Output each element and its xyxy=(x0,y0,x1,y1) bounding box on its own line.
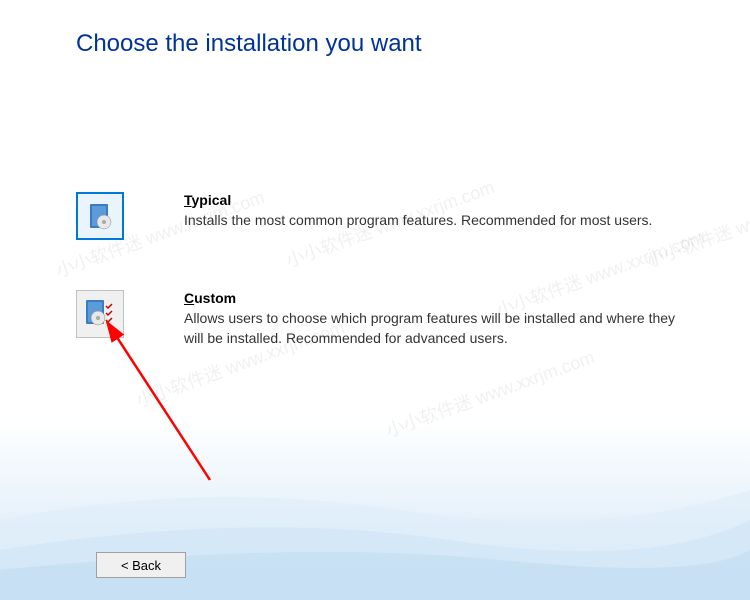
installation-options: Typical Installs the most common program… xyxy=(76,192,696,398)
back-button[interactable]: < Back xyxy=(96,552,186,578)
custom-install-icon xyxy=(76,290,124,338)
typical-text: Typical Installs the most common program… xyxy=(184,192,696,231)
page-title: Choose the installation you want xyxy=(76,30,422,58)
option-custom[interactable]: Custom Allows users to choose which prog… xyxy=(76,290,696,348)
typical-install-icon xyxy=(76,192,124,240)
typical-title: Typical xyxy=(184,192,696,208)
custom-title: Custom xyxy=(184,290,696,306)
custom-description: Allows users to choose which program fea… xyxy=(184,309,696,348)
background-wave xyxy=(0,460,750,600)
option-typical[interactable]: Typical Installs the most common program… xyxy=(76,192,696,240)
typical-description: Installs the most common program feature… xyxy=(184,211,696,231)
custom-text: Custom Allows users to choose which prog… xyxy=(184,290,696,348)
